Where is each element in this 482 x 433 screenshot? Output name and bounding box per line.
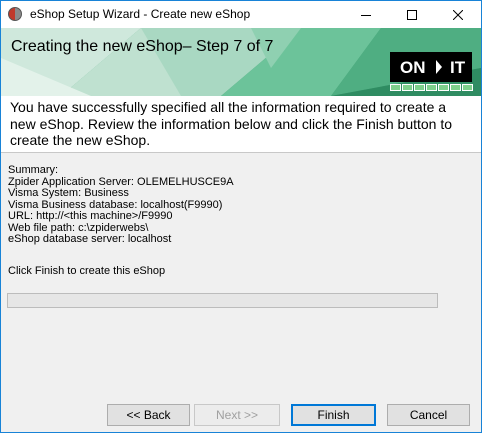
title-bar[interactable]: eShop Setup Wizard - Create new eShop	[1, 1, 481, 28]
step-title: Creating the new eShop– Step 7 of 7	[11, 38, 274, 55]
summary-block: Summary: Zpider Application Server: OLEM…	[8, 164, 234, 246]
on-it-logo: ON IT	[390, 52, 472, 82]
header-banner: Creating the new eShop– Step 7 of 7 ON I…	[1, 28, 481, 96]
intro-panel: You have successfully specified all the …	[1, 96, 481, 153]
finish-button[interactable]: Finish	[291, 404, 376, 426]
close-button[interactable]	[435, 1, 481, 28]
logo-on-text: ON	[400, 58, 426, 77]
window-title: eShop Setup Wizard - Create new eShop	[30, 7, 251, 21]
close-icon	[453, 9, 463, 20]
summary-line: eShop database server: localhost	[8, 233, 172, 245]
summary-heading: Summary:	[8, 164, 59, 176]
next-button[interactable]: Next >>	[194, 404, 280, 426]
step-progress-segment	[426, 84, 437, 91]
step-progress-segment	[390, 84, 401, 91]
finish-instruction: Click Finish to create this eShop	[8, 265, 166, 277]
step-progress-segment	[438, 84, 449, 91]
back-button[interactable]: << Back	[107, 404, 190, 426]
maximize-button[interactable]	[389, 1, 435, 28]
summary-line: URL: http://<this machine>/F9990	[8, 210, 173, 222]
summary-line: Visma System: Business	[8, 187, 129, 199]
progress-bar	[7, 293, 438, 308]
step-progress-segment	[402, 84, 413, 91]
minimize-button[interactable]	[343, 1, 389, 28]
step-progress-segment	[462, 84, 473, 91]
step-progress-segment	[414, 84, 425, 91]
step-progress-segment	[450, 84, 461, 91]
intro-text: You have successfully specified all the …	[10, 99, 453, 148]
maximize-icon	[407, 9, 417, 20]
cancel-button[interactable]: Cancel	[387, 404, 470, 426]
logo-it-text: IT	[450, 58, 466, 77]
minimize-icon	[361, 14, 371, 16]
app-logo-icon	[8, 7, 22, 21]
wizard-window: eShop Setup Wizard - Create new eShop Cr…	[0, 0, 482, 433]
